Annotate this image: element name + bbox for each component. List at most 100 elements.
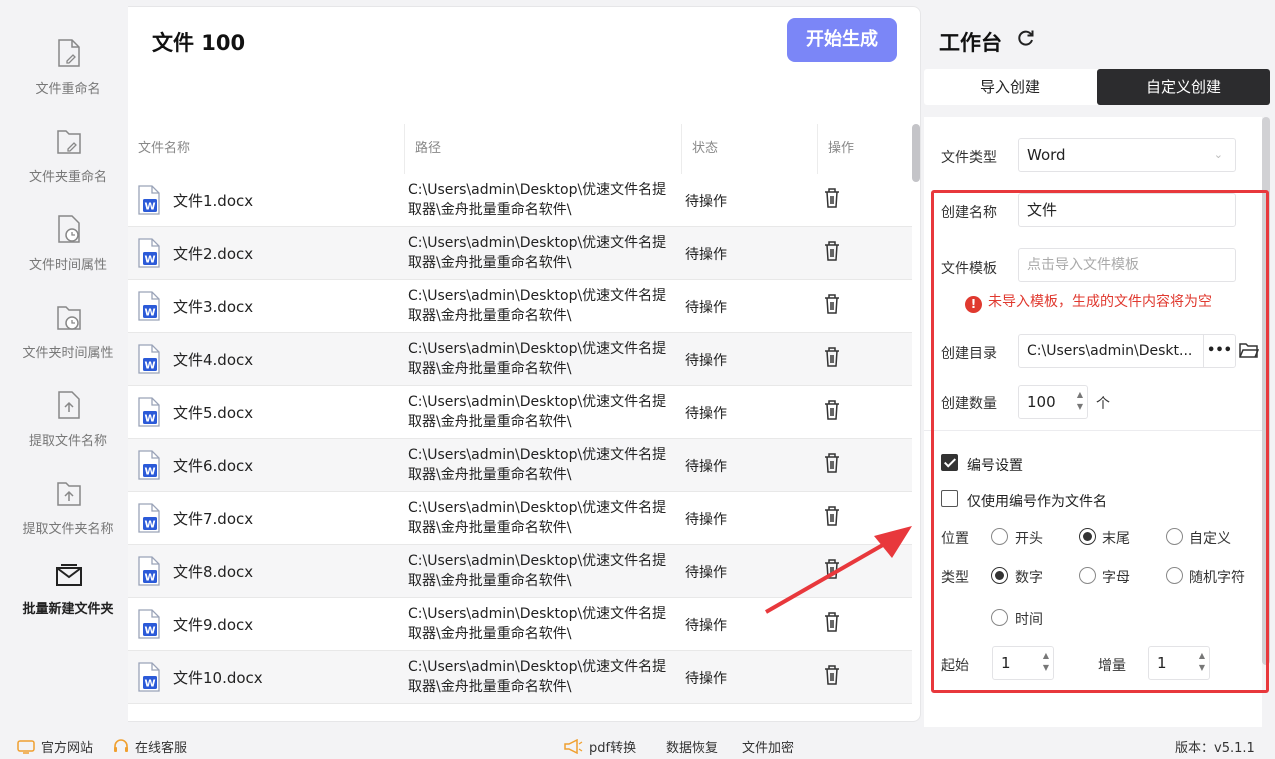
sidebar-item-label: 提取文件夹名称 — [22, 522, 114, 537]
sidebar-item-batch-new-folder[interactable]: 批量新建文件夹 — [8, 562, 128, 642]
file-path: C:\Users\admin\Desktop\优速文件名提取器\金舟批量重命名软… — [408, 447, 667, 483]
annotation-arrow — [765, 526, 912, 614]
sidebar-item-file-rename[interactable]: 文件重命名 — [8, 36, 128, 116]
file-upload-icon — [58, 391, 80, 419]
table-row[interactable]: W 文件1.docx C:\Users\admin\Desktop\优速文件名提取器… — [128, 174, 912, 227]
word-document-icon: W — [138, 291, 160, 321]
file-type-select[interactable]: Word ⌄ — [1018, 138, 1236, 172]
table-row[interactable]: W 文件4.docx C:\Users\admin\Desktop\优速文件名提取器… — [128, 333, 912, 386]
start-label: 起始 — [941, 658, 969, 674]
browse-more-button[interactable]: ••• — [1203, 334, 1236, 368]
folder-clock-icon — [57, 306, 81, 330]
word-document-icon: W — [138, 397, 160, 427]
only-number-checkbox[interactable] — [941, 490, 958, 507]
file-name: 文件3.docx — [173, 298, 254, 316]
column-header-name: 文件名称 — [138, 141, 191, 156]
template-warning: ! 未导入模板，生成的文件内容将为空 — [965, 291, 1212, 313]
step-label: 增量 — [1098, 658, 1126, 674]
position-radio-custom[interactable] — [1166, 528, 1183, 545]
word-document-icon: W — [138, 609, 160, 639]
mail-folder-icon — [56, 564, 82, 586]
folder-open-icon[interactable] — [1239, 342, 1259, 359]
file-status: 待操作 — [685, 512, 727, 528]
table-row[interactable]: W 文件3.docx C:\Users\admin\Desktop\优速文件名提取器… — [128, 280, 912, 333]
file-status: 待操作 — [685, 618, 727, 634]
column-header-action: 操作 — [828, 141, 855, 156]
word-document-icon: W — [138, 662, 160, 692]
delete-icon[interactable] — [823, 293, 841, 315]
stepper-arrows-icon[interactable]: ▲ ▼ — [1043, 650, 1049, 674]
tab-import-create[interactable]: 导入创建 — [924, 69, 1096, 105]
count-stepper[interactable]: 100 ▲ ▼ — [1018, 385, 1088, 419]
table-row[interactable]: W 文件6.docx C:\Users\admin\Desktop\优速文件名提取器… — [128, 439, 912, 492]
svg-text:W: W — [144, 573, 155, 584]
delete-icon[interactable] — [823, 452, 841, 474]
table-header: 文件名称 路径 状态 操作 — [128, 124, 912, 174]
count-label: 创建数量 — [941, 396, 997, 412]
delete-icon[interactable] — [823, 664, 841, 686]
svg-text:W: W — [144, 520, 155, 531]
position-label: 位置 — [941, 531, 969, 547]
svg-text:W: W — [144, 308, 155, 319]
scrollbar-thumb[interactable] — [1262, 117, 1270, 665]
type-option-letter: 字母 — [1102, 570, 1130, 586]
megaphone-icon — [564, 738, 583, 755]
version-label: 版本：v5.1.1 — [1175, 741, 1255, 756]
delete-icon[interactable] — [823, 187, 841, 209]
start-generate-button[interactable]: 开始生成 — [787, 18, 897, 62]
numbering-checkbox[interactable] — [941, 454, 958, 471]
position-radio-end[interactable] — [1079, 528, 1096, 545]
start-stepper[interactable]: 1 ▲ ▼ — [992, 646, 1054, 680]
file-name: 文件9.docx — [173, 616, 254, 634]
position-radio-start[interactable] — [991, 528, 1008, 545]
delete-icon[interactable] — [823, 240, 841, 262]
sidebar-item-file-time[interactable]: 文件时间属性 — [8, 212, 128, 292]
warning-icon: ! — [965, 296, 982, 313]
step-stepper[interactable]: 1 ▲ ▼ — [1148, 646, 1210, 680]
form-scrollbar[interactable] — [1262, 117, 1270, 667]
table-row[interactable]: W 文件5.docx C:\Users\admin\Desktop\优速文件名提取器… — [128, 386, 912, 439]
file-status: 待操作 — [685, 353, 727, 369]
file-name: 文件7.docx — [173, 510, 254, 528]
create-name-input[interactable]: 文件 — [1018, 193, 1236, 227]
table-row[interactable]: W 文件2.docx C:\Users\admin\Desktop\优速文件名提取器… — [128, 227, 912, 280]
type-radio-random[interactable] — [1166, 567, 1183, 584]
table-row[interactable]: W 文件10.docx C:\Users\admin\Desktop\优速文件名提取… — [128, 651, 912, 704]
sidebar-item-folder-rename[interactable]: 文件夹重命名 — [8, 124, 128, 204]
stepper-arrows-icon[interactable]: ▲ ▼ — [1199, 650, 1205, 674]
template-input[interactable]: 点击导入文件模板 — [1018, 248, 1236, 282]
headset-icon — [114, 739, 128, 752]
support-link[interactable]: 在线客服 — [113, 737, 187, 756]
refresh-icon[interactable] — [1016, 28, 1036, 48]
scrollbar-thumb[interactable] — [912, 124, 920, 182]
word-document-icon: W — [138, 185, 160, 215]
pdf-link[interactable]: pdf转换 — [563, 737, 636, 756]
type-option-random: 随机字符 — [1189, 570, 1245, 586]
sidebar-item-folder-time[interactable]: 文件夹时间属性 — [8, 300, 128, 380]
file-edit-icon — [58, 39, 80, 67]
delete-icon[interactable] — [823, 346, 841, 368]
sidebar-item-extract-folder-names[interactable]: 提取文件夹名称 — [8, 476, 128, 556]
type-radio-letter[interactable] — [1079, 567, 1096, 584]
sidebar-item-extract-file-names[interactable]: 提取文件名称 — [8, 388, 128, 468]
word-document-icon: W — [138, 503, 160, 533]
type-radio-time[interactable] — [991, 609, 1008, 626]
delete-icon[interactable] — [823, 399, 841, 421]
table-scrollbar[interactable] — [912, 124, 920, 721]
type-radio-number[interactable] — [991, 567, 1008, 584]
svg-text:W: W — [144, 414, 155, 425]
tab-custom-create[interactable]: 自定义创建 — [1097, 69, 1270, 105]
sidebar-item-label: 文件夹重命名 — [28, 170, 107, 185]
column-header-path: 路径 — [415, 141, 442, 156]
dir-input[interactable]: C:\Users\admin\Deskt... — [1018, 334, 1204, 368]
svg-text:W: W — [144, 255, 155, 266]
website-link[interactable]: 官方网站 — [17, 737, 93, 756]
only-number-label: 仅使用编号作为文件名 — [967, 494, 1107, 510]
recovery-link[interactable]: 数据恢复 — [666, 737, 718, 756]
stepper-arrows-icon[interactable]: ▲ ▼ — [1077, 389, 1083, 413]
encrypt-link[interactable]: 文件加密 — [742, 737, 794, 756]
file-path: C:\Users\admin\Desktop\优速文件名提取器\金舟批量重命名软… — [408, 288, 667, 324]
numbering-label: 编号设置 — [967, 458, 1023, 474]
folder-edit-icon — [57, 130, 81, 154]
word-document-icon: W — [138, 450, 160, 480]
